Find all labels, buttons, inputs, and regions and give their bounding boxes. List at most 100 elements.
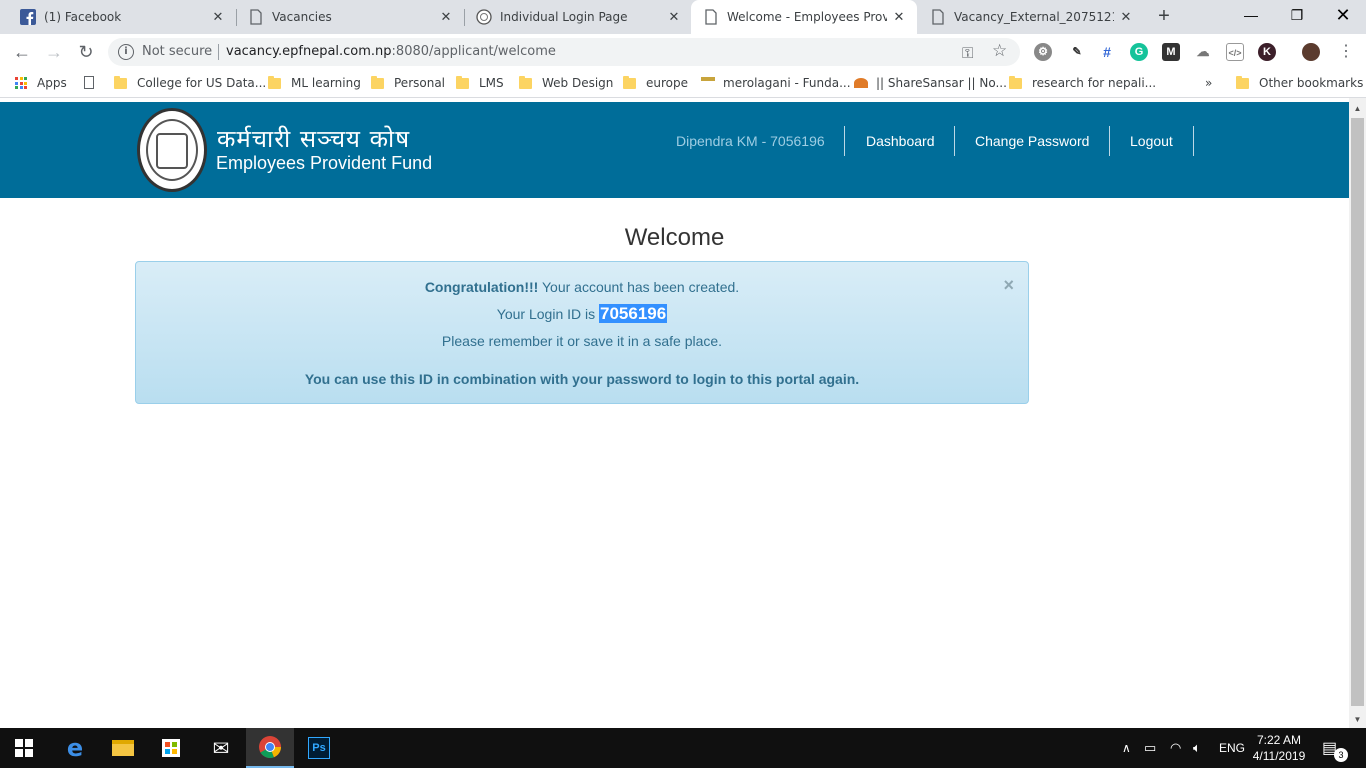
extension-gear-icon[interactable]: ⚙ <box>1034 43 1052 61</box>
alert-congrats: Congratulation!!! Your account has been … <box>136 279 1028 295</box>
overflow-chevron-icon: » <box>1205 76 1213 90</box>
folder-icon <box>1009 75 1022 89</box>
tab-title: Welcome - Employees Provide <box>727 10 887 24</box>
bookmark-research[interactable]: research for nepali... <box>1009 75 1156 90</box>
close-tab-icon[interactable]: ✕ <box>1114 10 1138 25</box>
windows-start-button[interactable] <box>0 728 48 768</box>
close-tab-icon[interactable]: ✕ <box>887 10 911 25</box>
grammarly-icon[interactable]: G <box>1130 43 1148 61</box>
battery-icon[interactable]: ▭ <box>1144 728 1156 768</box>
language-indicator[interactable]: ENG <box>1219 728 1245 768</box>
success-alert: × Congratulation!!! Your account has bee… <box>135 261 1029 404</box>
scroll-thumb[interactable] <box>1351 118 1364 706</box>
nav-logout[interactable]: Logout <box>1130 133 1173 149</box>
folder-icon <box>114 75 127 89</box>
close-window-button[interactable]: ✕ <box>1320 0 1366 30</box>
epf-seal-icon <box>476 9 492 25</box>
forward-button[interactable]: → <box>42 40 66 64</box>
notification-center-icon[interactable]: ▤ 3 <box>1322 728 1348 768</box>
menu-icon[interactable]: ⋮ <box>1334 40 1358 64</box>
bookmark-webdesign[interactable]: Web Design <box>519 75 614 90</box>
nav-dashboard[interactable]: Dashboard <box>866 133 935 149</box>
chrome-logo-icon <box>259 736 281 758</box>
bookmark-lms[interactable]: LMS <box>456 75 504 90</box>
windows-taskbar: e ✉ Ps ∧ ▭ ◠ 🔈︎ ENG 7:22 AM 4/11/2019 ▤ … <box>0 728 1366 768</box>
close-tab-icon[interactable]: ✕ <box>662 10 686 25</box>
bookmark-apps[interactable]: Apps <box>15 76 67 90</box>
edge-icon[interactable]: e <box>51 728 99 768</box>
tab-title: (1) Facebook <box>44 10 122 24</box>
back-button[interactable]: ← <box>10 40 34 64</box>
store-icon[interactable] <box>147 728 195 768</box>
apps-grid-icon <box>15 77 27 89</box>
folder-icon <box>456 75 469 89</box>
bookmark-personal[interactable]: Personal <box>371 75 445 90</box>
bookmark-label: || ShareSansar || No... <box>876 76 1007 90</box>
bookmark-ml[interactable]: ML learning <box>268 75 361 90</box>
mail-icon[interactable]: ✉ <box>197 728 245 768</box>
extension-cloud-icon[interactable]: ☁ <box>1194 43 1212 61</box>
bookmark-sharesansar[interactable]: || ShareSansar || No... <box>854 76 1007 90</box>
login-id-value[interactable]: 7056196 <box>599 304 668 323</box>
address-bar[interactable]: i Not secure vacancy.epfnepal.com.np:808… <box>108 38 1020 66</box>
scroll-down-icon[interactable]: ▼ <box>1349 711 1366 728</box>
key-icon[interactable]: ⚿ <box>962 44 973 62</box>
brand-english: Employees Provident Fund <box>216 153 433 173</box>
new-tab-button[interactable]: + <box>1152 5 1176 29</box>
folder-icon <box>623 75 636 89</box>
file-explorer-icon[interactable] <box>99 728 147 768</box>
url-path: :8080/applicant/welcome <box>391 44 556 59</box>
tab-title: Vacancy_External_20751215.pd <box>954 10 1114 24</box>
sharesansar-icon <box>854 78 868 88</box>
profile-avatar[interactable] <box>1302 43 1320 61</box>
restore-button[interactable]: ❐ <box>1274 0 1320 30</box>
alert-login-id: Your Login ID is 7056196 <box>136 304 1028 324</box>
clock-time: 7:22 AM <box>1256 733 1302 747</box>
volume-icon[interactable]: 🔈︎ <box>1193 728 1201 768</box>
bookmarks-bar: Apps College for US Data... ML learning … <box>0 70 1366 98</box>
wifi-icon[interactable]: ◠ <box>1170 728 1181 768</box>
bookmark-merolagani[interactable]: merolagani - Funda... <box>701 76 851 90</box>
other-bookmarks[interactable]: Other bookmarks <box>1236 75 1363 90</box>
bookmark-star-icon[interactable]: ☆ <box>992 41 1007 61</box>
tab-facebook[interactable]: (1) Facebook ✕ <box>8 0 236 34</box>
facebook-icon <box>20 9 36 25</box>
epf-logo[interactable] <box>137 108 207 192</box>
clock[interactable]: 7:22 AM 4/11/2019 <box>1245 732 1313 764</box>
security-label[interactable]: Not secure <box>142 44 212 59</box>
folder-icon <box>371 75 384 89</box>
tab-individual-login[interactable]: Individual Login Page ✕ <box>464 0 692 34</box>
bookmark-europe[interactable]: europe <box>623 75 688 90</box>
site-header: कर्मचारी सञ्चय कोष Employees Provident F… <box>0 102 1349 198</box>
alert-remember: Please remember it or save it in a safe … <box>441 333 723 349</box>
close-tab-icon[interactable]: ✕ <box>206 10 230 25</box>
extension-code-icon[interactable]: </> <box>1226 43 1244 61</box>
nav-change-password[interactable]: Change Password <box>975 133 1089 149</box>
bookmark-label: Web Design <box>542 76 614 90</box>
page-icon <box>705 9 717 25</box>
page-scrollbar[interactable]: ▲ ▼ <box>1349 98 1366 728</box>
url-text[interactable]: vacancy.epfnepal.com.np:8080/applicant/w… <box>226 44 556 59</box>
folder-icon <box>268 75 281 89</box>
tray-chevron-icon[interactable]: ∧ <box>1122 728 1131 768</box>
windows-logo-icon <box>15 739 33 757</box>
tab-welcome-active[interactable]: Welcome - Employees Provide ✕ <box>691 0 917 34</box>
scroll-up-icon[interactable]: ▲ <box>1349 100 1366 117</box>
reload-button[interactable]: ↻ <box>74 40 98 64</box>
bookmark-college[interactable]: College for US Data... <box>114 75 267 90</box>
bookmark-page[interactable] <box>84 76 104 89</box>
extension-pen-icon[interactable]: ✎ <box>1068 43 1086 61</box>
tab-vacancy-pdf[interactable]: Vacancy_External_20751215.pd ✕ <box>918 0 1144 34</box>
chrome-icon[interactable] <box>246 728 294 768</box>
page-icon <box>84 76 94 89</box>
bookmark-label: College for US Data... <box>137 76 267 90</box>
info-icon[interactable]: i <box>118 44 134 60</box>
minimize-button[interactable]: — <box>1228 0 1274 30</box>
tab-vacancies[interactable]: Vacancies ✕ <box>236 0 464 34</box>
bookmarks-overflow[interactable]: » <box>1205 76 1212 90</box>
extension-k-icon[interactable]: K <box>1258 43 1276 61</box>
extension-grid-icon[interactable]: # <box>1098 43 1116 61</box>
photoshop-icon[interactable]: Ps <box>295 728 343 768</box>
close-tab-icon[interactable]: ✕ <box>434 10 458 25</box>
extension-m-icon[interactable]: M <box>1162 43 1180 61</box>
